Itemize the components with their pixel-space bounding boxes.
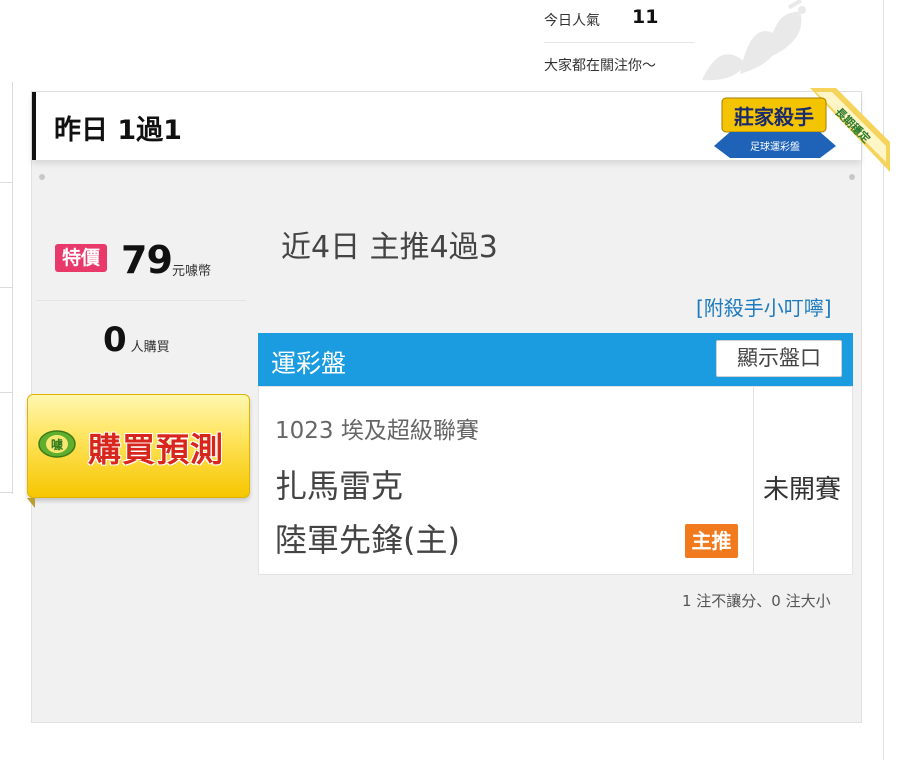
- price-value: 79: [121, 238, 173, 282]
- coin-text: 噱: [51, 437, 64, 452]
- button-fold-shadow: [27, 498, 35, 508]
- divider: [0, 287, 12, 288]
- match-row: 1023 埃及超級聯賽 扎馬雷克 陸軍先鋒(主) 主推 未開賽: [258, 386, 853, 575]
- popularity-value: 11: [632, 6, 659, 28]
- buyers-number: 0: [103, 320, 127, 360]
- coin-icon: 噱: [38, 430, 76, 458]
- market-header: 運彩盤 顯示盤口: [258, 333, 853, 386]
- match-status: 未開賽: [763, 475, 842, 505]
- main-pick-badge: 主推: [685, 524, 738, 558]
- watermark-logo-icon: [702, 0, 806, 81]
- away-team: 扎馬雷克: [275, 467, 404, 505]
- show-odds-button[interactable]: 顯示盤口: [716, 340, 842, 377]
- home-team: 陸軍先鋒(主): [275, 521, 460, 559]
- badge-main-text: 莊家殺手: [734, 105, 814, 129]
- divider: [0, 182, 12, 183]
- buy-prediction-label: 購買預測: [88, 430, 224, 469]
- card-title: 昨日 1過1: [54, 115, 182, 146]
- recent-record: 近4日 主推4過3: [281, 230, 498, 265]
- price-unit: 元噱幣: [172, 264, 212, 279]
- market-title: 運彩盤: [271, 349, 347, 378]
- divider: [36, 300, 246, 301]
- buyers-count: 0 人購買: [103, 320, 170, 360]
- page-left-edge: [0, 82, 13, 494]
- special-price-tag: 特價: [55, 244, 107, 272]
- match-info: 1023 埃及超級聯賽 扎馬雷克 陸軍先鋒(主) 主推: [259, 387, 754, 574]
- banker-killer-badge: 長期穩定 莊家殺手 足球運彩盤: [714, 88, 890, 172]
- league-label: 1023 埃及超級聯賽: [275, 418, 479, 444]
- badge-sub-text: 足球運彩盤: [750, 140, 800, 153]
- popularity-label: 今日人氣: [544, 13, 600, 29]
- stats-panel: 今日人氣 11 大家都在關注你～: [544, 0, 694, 85]
- buyers-unit: 人購買: [130, 340, 170, 355]
- divider: [0, 492, 12, 493]
- tagline: 大家都在關注你～: [544, 58, 656, 74]
- bet-summary: 1 注不讓分、0 注大小: [682, 592, 831, 610]
- pin-icon: [39, 174, 45, 180]
- tagline-row: 大家都在關注你～: [544, 43, 694, 85]
- killer-notes-link[interactable]: [附殺手小叮嚀]: [696, 292, 832, 321]
- popularity-row: 今日人氣 11: [544, 0, 694, 43]
- divider: [0, 392, 12, 393]
- buy-prediction-button[interactable]: 噱 購買預測: [27, 394, 250, 498]
